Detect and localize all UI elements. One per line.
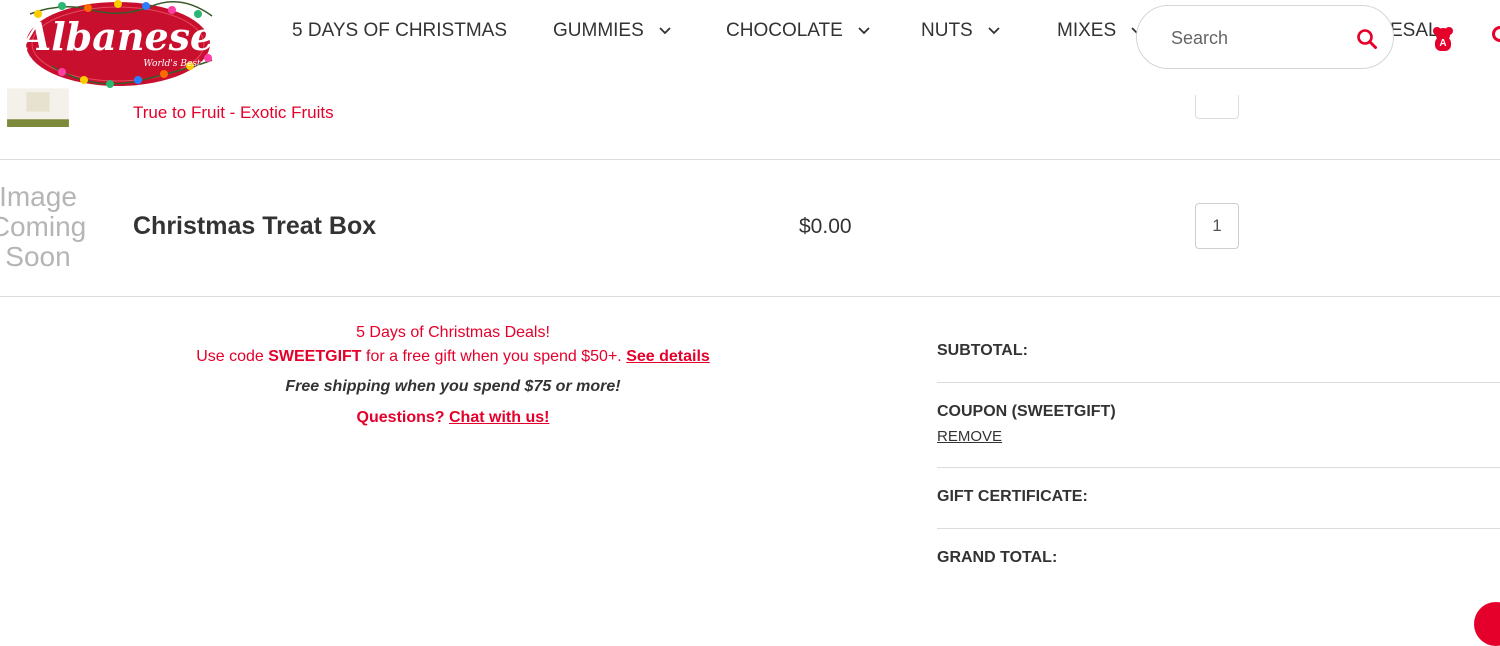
nav-item-label: CHOCOLATE [726, 20, 843, 41]
nav-item-label: 5 DAYS OF CHRISTMAS [292, 20, 508, 41]
chat-link[interactable]: Chat with us! [449, 409, 549, 426]
nav-item-label: GUMMIES [553, 20, 644, 41]
grand-total-label: GRAND TOTAL: [937, 549, 1058, 566]
grand-total-row: GRAND TOTAL: [937, 549, 1500, 567]
promo-code-line: Use code SWEETGIFT for a free gift when … [153, 344, 753, 370]
quantity-field[interactable]: 1 [1195, 203, 1239, 249]
chevron-down-icon [858, 27, 870, 35]
coupon-label: COUPON (SWEETGIFT) [937, 403, 1116, 420]
promo-text: Use code [196, 348, 269, 365]
site-header: 5 DAYS OF CHRISTMAS GUMMIES CHOCOLATE NU… [0, 0, 1500, 69]
product-variant: True to Fruit - Exotic Fruits [133, 103, 334, 122]
promo-block: 5 Days of Christmas Deals! Use code SWEE… [153, 322, 753, 429]
see-details-link[interactable]: See details [626, 348, 710, 365]
promo-text: for a free gift when you spend $50+. [361, 348, 627, 365]
shipping-note: Free shipping when you spend $75 or more… [285, 378, 621, 395]
cart-icon[interactable] [1492, 26, 1500, 42]
cart-row: ImageComingSoon Christmas Treat Box $0.0… [0, 160, 1500, 297]
nav-item-nuts[interactable]: NUTS [921, 20, 1001, 42]
product-name[interactable]: Christmas Treat Box [133, 212, 376, 241]
logo-graphic: Albanese World's Best [22, 0, 214, 88]
logo-tagline: World's Best [143, 59, 201, 69]
quantity-field[interactable] [1195, 95, 1239, 119]
albanese-logo[interactable]: Albanese World's Best [22, 0, 218, 92]
subtotal-label: SUBTOTAL: [937, 342, 1028, 359]
coupon-row: COUPON (SWEETGIFT) REMOVE [937, 403, 1500, 446]
nav-item-chocolate[interactable]: CHOCOLATE [726, 20, 871, 42]
product-image-placeholder: ImageComingSoon [0, 181, 87, 272]
promo-code: SWEETGIFT [268, 348, 362, 365]
divider [937, 528, 1500, 529]
cart-row-previous: True to Fruit - Exotic Fruits [0, 55, 1500, 160]
gift-certificate-label: GIFT CERTIFICATE: [937, 488, 1088, 505]
remove-coupon-link[interactable]: REMOVE [937, 428, 1002, 445]
divider [937, 467, 1500, 468]
subtotal-row: SUBTOTAL: [937, 342, 1500, 360]
nav-item-5-days-of-christmas[interactable]: 5 DAYS OF CHRISTMAS [292, 20, 507, 42]
search-box[interactable] [1136, 5, 1394, 69]
search-icon[interactable] [1356, 28, 1378, 50]
nav-item-gummies[interactable]: GUMMIES [553, 20, 672, 42]
divider [937, 382, 1500, 383]
nav-item-mixes[interactable]: MIXES [1057, 20, 1144, 42]
nav-item-label: MIXES [1057, 20, 1117, 41]
svg-text:A: A [1439, 38, 1446, 49]
chevron-down-icon [988, 27, 1000, 35]
promo-heading: 5 Days of Christmas Deals! [356, 324, 550, 341]
chevron-down-icon [659, 27, 671, 35]
gift-certificate-row: GIFT CERTIFICATE: [937, 488, 1500, 506]
gummy-bear-account-icon[interactable]: A [1431, 26, 1455, 52]
chat-widget-button[interactable] [1474, 602, 1500, 646]
questions-text: Questions? [356, 409, 449, 426]
questions-line: Questions? Chat with us! [153, 407, 753, 429]
nav-item-label: NUTS [921, 20, 973, 41]
logo-wordmark: Albanese [22, 14, 214, 59]
product-price: $0.00 [799, 215, 852, 238]
search-input[interactable] [1169, 24, 1343, 52]
